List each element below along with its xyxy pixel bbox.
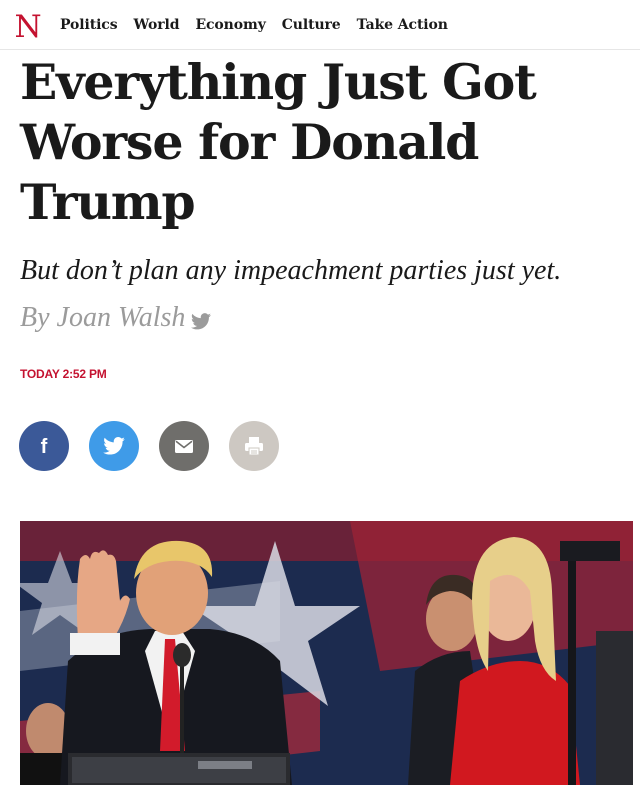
article-headline: Everything Just Got Worse for Donald Tru… xyxy=(20,53,537,231)
nav-item-culture[interactable]: Culture xyxy=(282,17,341,33)
email-share-button[interactable] xyxy=(159,421,209,471)
top-navigation: N Politics World Economy Culture Take Ac… xyxy=(0,0,640,50)
nav-item-politics[interactable]: Politics xyxy=(60,17,118,33)
site-logo[interactable]: N xyxy=(14,10,42,40)
nav-item-economy[interactable]: Economy xyxy=(195,17,265,33)
email-icon xyxy=(175,439,193,453)
facebook-icon: f xyxy=(41,436,48,457)
byline: By Joan Walsh xyxy=(20,300,212,336)
article-dek: But don’t plan any impeachment parties j… xyxy=(20,255,562,286)
svg-text:f: f xyxy=(41,436,48,457)
article-hero-image xyxy=(20,521,633,785)
nav-item-world[interactable]: World xyxy=(134,17,180,33)
facebook-share-button[interactable]: f xyxy=(19,421,69,471)
author-twitter-icon[interactable] xyxy=(191,312,212,330)
twitter-share-button[interactable] xyxy=(89,421,139,471)
print-icon xyxy=(245,437,263,456)
byline-prefix: By xyxy=(20,302,50,333)
print-share-button[interactable] xyxy=(229,421,279,471)
svg-text:N: N xyxy=(14,10,41,40)
nav-item-take-action[interactable]: Take Action xyxy=(357,17,448,33)
publish-timestamp: TODAY 2:52 PM xyxy=(20,367,107,381)
author-link[interactable]: Joan Walsh xyxy=(57,300,186,336)
share-buttons: f xyxy=(19,421,279,471)
nation-logo-icon: N xyxy=(14,10,41,40)
twitter-icon xyxy=(103,437,125,455)
